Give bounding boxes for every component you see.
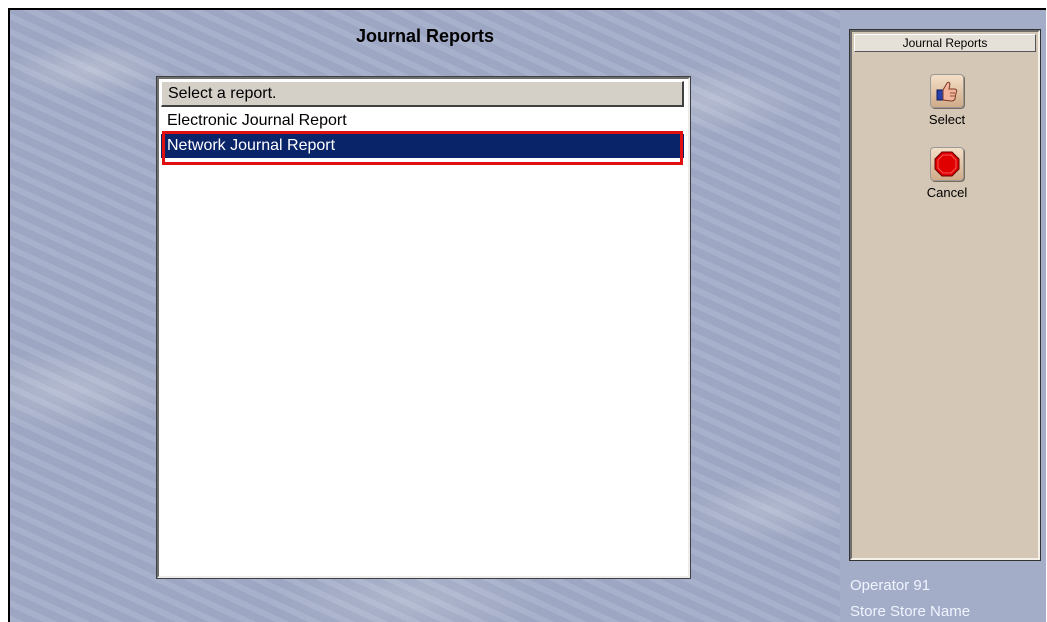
select-button[interactable]: Select [907,74,987,127]
panel-title: Journal Reports [854,34,1036,52]
action-panel: Journal Reports Select Cancel [849,29,1041,561]
stop-sign-icon [930,147,964,181]
page-title: Journal Reports [355,26,495,46]
operator-status: Operator 91 [850,577,931,594]
main-area: Journal Reports Select a report. Electro… [10,10,840,622]
thumbs-up-icon [930,74,964,108]
list-header: Select a report. [161,81,684,107]
list-item-electronic-journal-report[interactable]: Electronic Journal Report [161,109,684,133]
store-status: Store Store Name [850,603,971,620]
side-panel: Journal Reports Select Cancel Operator 9… [840,10,1046,622]
application-window: Journal Reports Select a report. Electro… [8,8,1046,622]
cancel-button[interactable]: Cancel [907,147,987,200]
status-bar: Operator 91 Store Store Name [840,569,1046,622]
select-label: Select [928,112,966,127]
cancel-label: Cancel [926,185,968,200]
list-item-network-journal-report[interactable]: Network Journal Report [161,134,684,158]
report-list[interactable]: Select a report. Electronic Journal Repo… [156,76,691,579]
